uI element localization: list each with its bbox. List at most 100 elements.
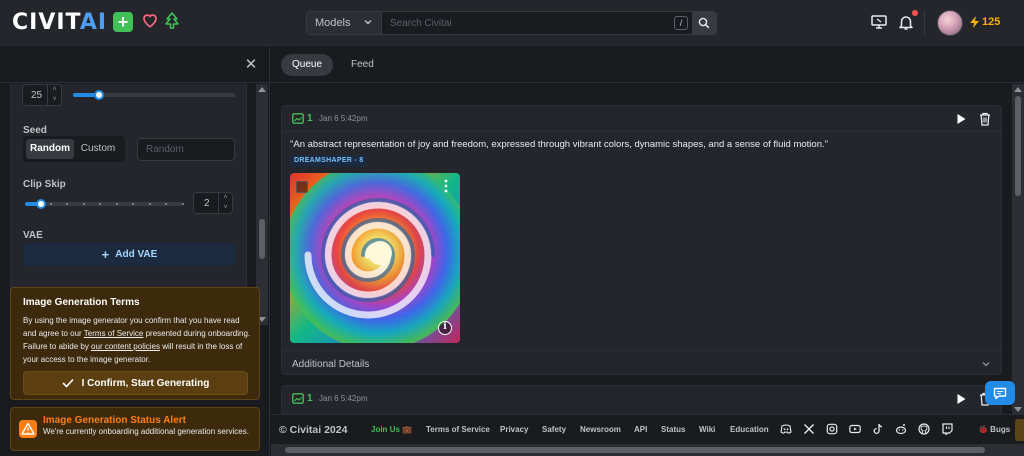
image-count: 1: [307, 113, 313, 124]
panel-header: ✕: [0, 47, 270, 83]
footer-link-education[interactable]: Education: [730, 425, 769, 434]
image-count: 1: [307, 393, 313, 404]
queue-item-time: Jan 6 5:42pm: [319, 394, 368, 403]
steps-value: 25: [31, 90, 43, 101]
buzz-balance[interactable]: 125: [970, 16, 1000, 28]
scroll-up-arrow[interactable]: [1014, 87, 1022, 92]
footer-link-safety[interactable]: Safety: [542, 425, 566, 434]
logo-text-main: CIVIT: [12, 9, 80, 35]
more-menu-icon[interactable]: [444, 179, 448, 193]
terms-of-service-link[interactable]: Terms of Service: [84, 329, 144, 338]
footer-link-privacy[interactable]: Privacy: [500, 425, 528, 434]
footer-link-status[interactable]: Status: [661, 425, 685, 434]
increment-icon[interactable]: ˄: [219, 193, 232, 203]
search-type-select[interactable]: Models: [307, 12, 382, 34]
reddit-icon[interactable]: [895, 423, 907, 435]
additional-details-row[interactable]: Additional Details: [282, 350, 1001, 374]
select-checkbox[interactable]: [296, 181, 308, 193]
close-panel-button[interactable]: ✕: [241, 55, 261, 75]
model-badge[interactable]: DREAMSHAPER - 8: [290, 155, 368, 167]
bugs-link[interactable]: 🐞 Bugs: [978, 425, 1010, 434]
queue-item: 1 Jan 6 5:42pm: [281, 385, 1002, 415]
slider-tick: [66, 203, 68, 205]
chat-icon: [993, 387, 1007, 399]
clip-skip-stepper[interactable]: 2 ˄ ˅: [193, 192, 233, 214]
add-vae-label: Add VAE: [115, 249, 158, 260]
content-policies-link[interactable]: our content policies: [91, 342, 160, 351]
twitch-icon[interactable]: [941, 423, 953, 435]
add-vae-button[interactable]: + Add VAE: [23, 243, 236, 266]
scroll-down-arrow[interactable]: [1014, 407, 1022, 412]
steps-stepper[interactable]: 25 ˄ ˅: [22, 84, 62, 106]
info-icon[interactable]: i: [438, 321, 452, 335]
seed-input[interactable]: Random: [137, 138, 235, 161]
generated-image[interactable]: i: [290, 173, 460, 343]
plus-icon: +: [101, 247, 110, 262]
instagram-icon[interactable]: [826, 423, 838, 435]
notification-dot: [912, 10, 918, 16]
play-icon[interactable]: [955, 113, 967, 125]
create-plus-button[interactable]: +: [113, 12, 133, 32]
discord-icon[interactable]: [780, 423, 792, 435]
queue-item-time: Jan 6 5:42pm: [319, 114, 368, 123]
play-icon[interactable]: [955, 393, 967, 405]
clip-skip-slider-thumb[interactable]: [35, 199, 46, 209]
horizontal-scrollbar[interactable]: [271, 444, 1024, 456]
top-header: CIVITAI + Models /: [0, 0, 1024, 46]
youtube-icon[interactable]: [849, 423, 861, 435]
tab-queue[interactable]: Queue: [281, 54, 334, 76]
chat-button[interactable]: [985, 381, 1015, 405]
idea-bulb-icon[interactable]: [1015, 419, 1024, 441]
check-icon: [62, 378, 74, 388]
slider-tick: [49, 203, 52, 205]
bell-icon[interactable]: [897, 13, 915, 31]
slider-tick: [99, 203, 101, 205]
footer-link-api[interactable]: API: [634, 425, 647, 434]
steps-slider-thumb[interactable]: [93, 90, 104, 100]
chevron-down-icon: [364, 20, 372, 25]
scrollbar-thumb[interactable]: [259, 219, 265, 259]
tab-feed[interactable]: Feed: [340, 54, 385, 76]
scroll-up-arrow[interactable]: [258, 87, 266, 92]
github-icon[interactable]: [918, 423, 930, 435]
queue-item: 1 Jan 6 5:42pm "An abstract representati…: [281, 105, 1002, 375]
footer-link-terms[interactable]: Terms of Service: [426, 425, 490, 434]
user-avatar[interactable]: [937, 10, 963, 36]
alert-text: We're currently onboarding additional ge…: [43, 427, 249, 436]
queue-scrollbar[interactable]: [1012, 84, 1024, 415]
footer-link-join-us[interactable]: Join Us 💼: [371, 425, 412, 434]
scrollbar-thumb[interactable]: [285, 447, 985, 453]
queue-tabs: Queue Feed: [271, 47, 1024, 83]
clip-skip-slider[interactable]: [25, 202, 183, 206]
abstract-swirl-image: [290, 173, 460, 343]
increment-icon[interactable]: ˄: [48, 85, 61, 95]
clip-skip-value: 2: [204, 198, 210, 209]
heart-icon[interactable]: [141, 11, 159, 31]
search-button[interactable]: [692, 11, 716, 35]
terms-title: Image Generation Terms: [23, 297, 140, 308]
seed-mode-custom[interactable]: Custom: [74, 139, 122, 159]
seed-mode-random[interactable]: Random: [26, 139, 74, 159]
terms-text: By using the image generator you confirm…: [23, 316, 251, 364]
trash-icon[interactable]: [979, 112, 991, 126]
warning-icon: [19, 420, 37, 438]
search-type-label: Models: [315, 17, 351, 29]
slider-tick: [132, 203, 134, 205]
confirm-start-generating-button[interactable]: I Confirm, Start Generating: [23, 371, 248, 395]
buzz-amount: 125: [982, 16, 1001, 28]
scrollbar-thumb[interactable]: [1015, 96, 1021, 196]
civitai-logo[interactable]: CIVITAI: [12, 9, 107, 35]
footer-link-wiki[interactable]: Wiki: [699, 425, 715, 434]
search-input[interactable]: [382, 12, 716, 34]
monitor-icon[interactable]: [870, 13, 888, 31]
generation-panel: ✕ 25 ˄ ˅ Seed Random Custom Random Clip S…: [0, 47, 270, 456]
slider-tick: [181, 203, 184, 205]
lightning-icon: [970, 16, 979, 28]
copyright-text: © Civitai 2024: [279, 424, 348, 436]
decrement-icon[interactable]: ˅: [219, 203, 232, 213]
x-twitter-icon[interactable]: [803, 423, 815, 435]
footer-link-newsroom[interactable]: Newsroom: [580, 425, 621, 434]
tiktok-icon[interactable]: [872, 423, 884, 435]
decrement-icon[interactable]: ˅: [48, 95, 61, 105]
christmas-tree-icon[interactable]: [164, 12, 180, 32]
